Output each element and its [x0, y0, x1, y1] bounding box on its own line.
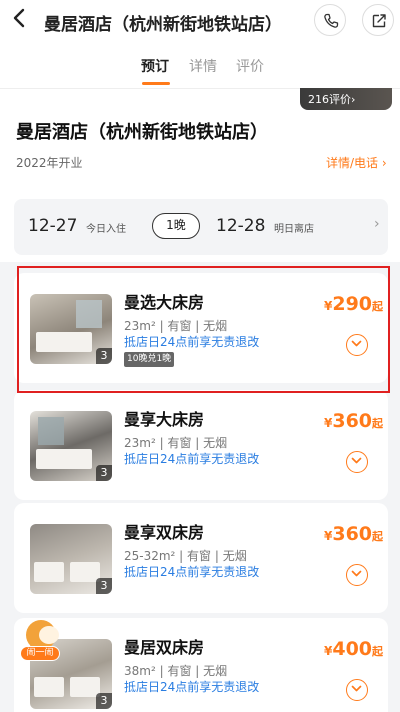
room-spec: 23m² | 有窗 | 无烟	[124, 436, 228, 450]
image-count: 3	[96, 693, 112, 709]
top-bar: 曼居酒店（杭州新街地铁站店）	[0, 0, 400, 42]
room-card[interactable]: 3 曼享双床房 25-32m² | 有窗 | 无烟 抵店日24点前享无责退改 ¥…	[14, 503, 388, 613]
expand-chevron-icon[interactable]	[346, 679, 368, 701]
checkin-label: 今日入住	[86, 224, 126, 235]
cancellation-policy: 抵店日24点前享无责退改	[124, 680, 260, 694]
mascot-label: 闹一闹	[20, 646, 60, 661]
active-tab-indicator	[142, 82, 170, 85]
share-button[interactable]	[362, 4, 394, 36]
opened-year: 2022年开业	[16, 156, 83, 170]
room-price: ¥360起	[324, 523, 384, 545]
cancellation-policy: 抵店日24点前享无责退改	[124, 565, 260, 579]
share-icon	[372, 14, 386, 28]
checkin-date: 12-27	[28, 216, 78, 236]
room-price: ¥400起	[324, 638, 384, 660]
room-image[interactable]: 3	[30, 411, 112, 481]
room-name: 曼居双床房	[124, 638, 205, 657]
tab-reviews[interactable]: 评价	[236, 56, 264, 76]
tab-booking[interactable]: 预订	[141, 56, 169, 76]
room-card[interactable]: 3 曼居双床房 38m² | 有窗 | 无烟 抵店日24点前享无责退改 ¥400…	[14, 618, 388, 712]
date-selector[interactable]: 12-27 今日入住 1晚 12-28 明日离店 ›	[14, 199, 388, 255]
section-tabs: 预订 详情 评价	[0, 50, 400, 86]
hotel-name: 曼居酒店（杭州新街地铁站店）	[16, 122, 268, 143]
checkout-date: 12-28	[216, 216, 266, 236]
image-count: 3	[96, 578, 112, 594]
room-name: 曼享大床房	[124, 410, 205, 429]
phone-button[interactable]	[314, 4, 346, 36]
room-image[interactable]: 3	[30, 524, 112, 594]
cancellation-policy: 抵店日24点前享无责退改	[124, 452, 260, 466]
room-card[interactable]: 3 曼享大床房 23m² | 有窗 | 无烟 抵店日24点前享无责退改 ¥360…	[14, 390, 388, 500]
room-spec: 38m² | 有窗 | 无烟	[124, 664, 228, 678]
image-count: 3	[96, 465, 112, 481]
mascot-assistant-button[interactable]: 闹一闹	[18, 620, 62, 662]
checkout-label: 明日离店	[274, 224, 314, 235]
nights-badge: 1晚	[152, 213, 200, 239]
selection-highlight	[17, 266, 390, 393]
room-name: 曼享双床房	[124, 523, 205, 542]
expand-chevron-icon[interactable]	[346, 564, 368, 586]
page-title: 曼居酒店（杭州新街地铁站店）	[44, 15, 282, 35]
details-phone-link[interactable]: 详情/电话 ›	[326, 154, 387, 171]
expand-chevron-icon[interactable]	[346, 451, 368, 473]
phone-icon	[324, 13, 339, 28]
tab-details[interactable]: 详情	[189, 56, 217, 76]
back-arrow-icon[interactable]	[12, 8, 34, 32]
chevron-right-icon: ›	[374, 216, 380, 232]
room-price: ¥360起	[324, 410, 384, 432]
room-spec: 25-32m² | 有窗 | 无烟	[124, 549, 247, 563]
review-count-link[interactable]: 216评价›	[308, 91, 355, 107]
